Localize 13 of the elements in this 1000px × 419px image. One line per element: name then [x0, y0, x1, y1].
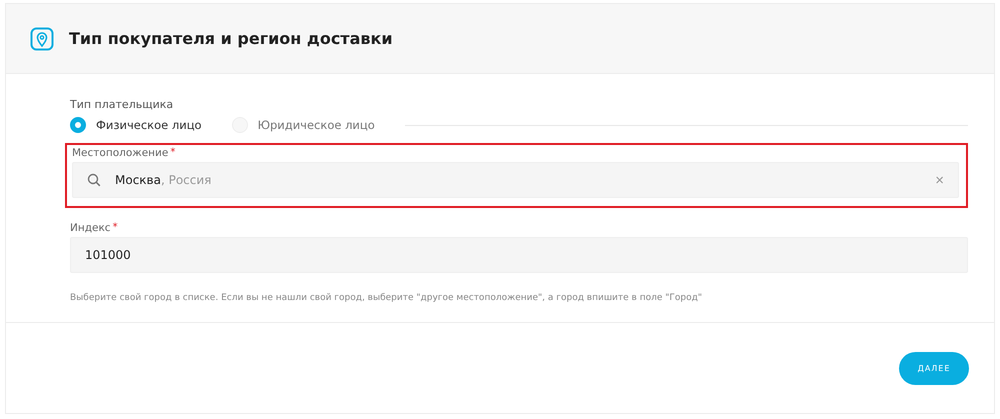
- location-field[interactable]: Москва, Россия ×: [72, 162, 959, 198]
- required-mark: *: [170, 147, 176, 159]
- required-mark: *: [112, 222, 118, 234]
- section-title: Тип покупателя и регион доставки: [69, 29, 393, 48]
- payer-type-radio[interactable]: Юридическое лицо: [232, 117, 375, 133]
- location-pin-icon: [30, 26, 54, 50]
- index-label: Индекс: [70, 222, 111, 234]
- payer-type-radio[interactable]: Физическое лицо: [70, 117, 202, 133]
- payer-type-label: Тип плательщика: [70, 98, 174, 111]
- index-field[interactable]: 101000: [70, 237, 968, 273]
- location-label: Местоположение: [72, 147, 168, 159]
- hint-text: Выберите свой город в списке. Если вы не нашли свой город, выберите "другое местоположение", а город впишите в поле "Город": [70, 293, 703, 303]
- search-icon: [87, 173, 101, 187]
